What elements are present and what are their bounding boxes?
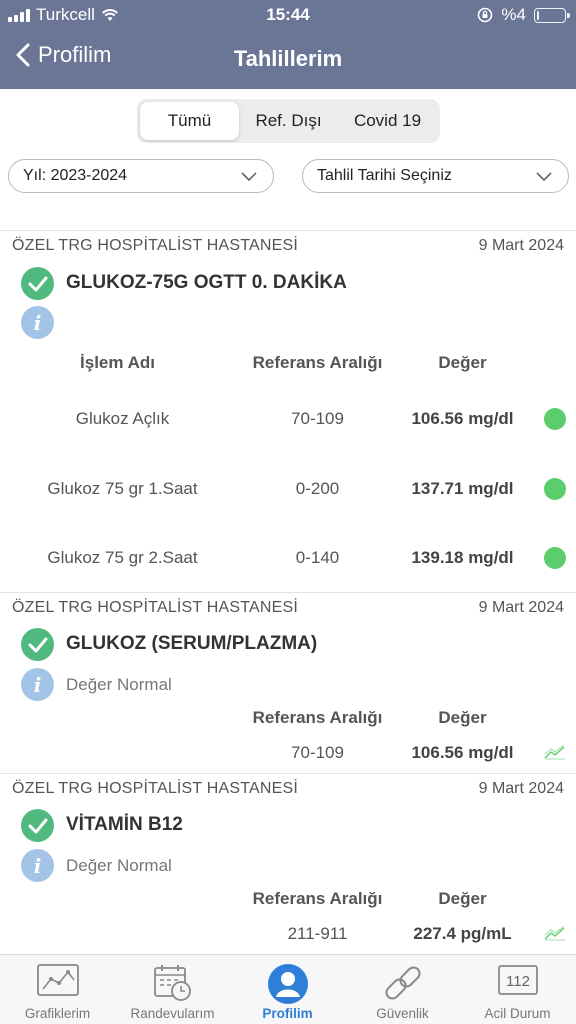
result-name: Glukoz Açlık: [75, 409, 170, 428]
tab-grafiklerim[interactable]: Grafiklerim: [0, 955, 115, 1024]
tab-guvenlik[interactable]: Güvenlik: [345, 955, 460, 1024]
result-value: 227.4 pg/mL: [413, 924, 512, 943]
test-title: VİTAMİN B12: [66, 814, 183, 835]
column-header-value: Değer: [438, 889, 487, 908]
tab-label: Randevularım: [130, 1006, 215, 1021]
year-select-value: Yıl: 2023-2024: [23, 167, 128, 184]
tab-acil-durum[interactable]: 112 Acil Durum: [460, 955, 575, 1024]
test-date-select-value: Tahlil Tarihi Seçiniz: [317, 167, 452, 184]
result-range: 70-109: [291, 409, 344, 428]
column-header-value: Değer: [438, 353, 487, 372]
trend-chart-icon[interactable]: [544, 744, 566, 760]
chevron-down-icon: [241, 172, 257, 182]
chevron-down-icon: [536, 172, 552, 182]
info-icon[interactable]: i: [21, 668, 54, 701]
info-icon[interactable]: i: [21, 306, 54, 339]
result-range: 70-109: [291, 743, 344, 762]
page-title: Tahlillerim: [233, 46, 343, 71]
segment-all[interactable]: Tümü: [140, 102, 239, 140]
calendar-clock-icon: [153, 965, 191, 1001]
result-range: 0-200: [295, 479, 340, 498]
column-header-value: Değer: [438, 708, 487, 727]
orientation-lock-icon: [478, 7, 493, 23]
tab-label: Güvenlik: [376, 1006, 429, 1021]
check-icon: [21, 267, 54, 300]
segment-covid[interactable]: Covid 19: [338, 102, 437, 140]
tab-label: Profilim: [262, 1006, 313, 1021]
test-card[interactable]: ÖZEL TRG HOSPİTALİST HASTANESİ 9 Mart 20…: [0, 230, 576, 592]
battery-icon: [534, 7, 570, 23]
link-icon: [384, 966, 421, 1000]
check-icon: [21, 809, 54, 842]
svg-text:112: 112: [506, 973, 530, 990]
status-dot: [544, 547, 566, 569]
result-value: 106.56 mg/dl: [411, 743, 514, 762]
column-header-range: Referans Aralığı: [252, 889, 383, 908]
filter-segmented-control: Tümü Ref. Dışı Covid 19: [137, 99, 440, 143]
chart-icon: [36, 964, 79, 996]
profile-icon: [267, 964, 308, 1004]
column-header-name: İşlem Adı: [80, 353, 155, 372]
app-header: Turkcell 15:44 %4 Profilim Tahlillerim: [0, 0, 576, 89]
result-value: 139.18 mg/dl: [411, 548, 514, 567]
test-date: 9 Mart 2024: [478, 780, 564, 797]
result-name: Glukoz 75 gr 1.Saat: [47, 479, 198, 498]
status-bar: Turkcell 15:44 %4: [0, 0, 576, 30]
emergency-112-icon: 112: [497, 965, 538, 995]
battery-percent: %4: [501, 5, 526, 24]
result-value: 137.71 mg/dl: [411, 479, 514, 498]
test-date-select[interactable]: Tahlil Tarihi Seçiniz: [302, 159, 569, 193]
tab-label: Grafiklerim: [24, 1006, 91, 1021]
test-card[interactable]: ÖZEL TRG HOSPİTALİST HASTANESİ 9 Mart 20…: [0, 773, 576, 954]
tab-profilim[interactable]: Profilim: [230, 955, 345, 1024]
test-title: GLUKOZ (SERUM/PLAZMA): [66, 633, 318, 654]
test-card[interactable]: ÖZEL TRG HOSPİTALİST HASTANESİ 9 Mart 20…: [0, 592, 576, 773]
segment-out-of-range[interactable]: Ref. Dışı: [239, 102, 338, 140]
result-name: Glukoz 75 gr 2.Saat: [47, 548, 198, 567]
column-header-range: Referans Aralığı: [252, 708, 383, 727]
result-range: 0-140: [295, 548, 340, 567]
info-text: Değer Normal: [66, 675, 172, 694]
hospital-name: ÖZEL TRG HOSPİTALİST HASTANESİ: [12, 237, 299, 254]
info-icon[interactable]: i: [21, 849, 54, 882]
trend-chart-icon[interactable]: [544, 925, 566, 941]
status-dot: [544, 478, 566, 500]
tab-randevularim[interactable]: Randevularım: [115, 955, 230, 1024]
status-dot: [544, 408, 566, 430]
result-value: 106.56 mg/dl: [411, 409, 514, 428]
nav-bar: Profilim Tahlillerim: [0, 38, 576, 80]
hospital-name: ÖZEL TRG HOSPİTALİST HASTANESİ: [12, 780, 299, 797]
hospital-name: ÖZEL TRG HOSPİTALİST HASTANESİ: [12, 599, 299, 616]
result-range: 211-911: [287, 924, 348, 943]
test-date: 9 Mart 2024: [478, 237, 564, 254]
test-date: 9 Mart 2024: [478, 599, 564, 616]
check-icon: [21, 628, 54, 661]
tab-label: Acil Durum: [484, 1006, 551, 1021]
year-select[interactable]: Yıl: 2023-2024: [8, 159, 274, 193]
info-text: Değer Normal: [66, 856, 172, 875]
tab-bar: Grafiklerim Randevularım Profilim Güvenl…: [0, 954, 576, 1024]
test-title: GLUKOZ-75G OGTT 0. DAKİKA: [66, 272, 347, 293]
column-header-range: Referans Aralığı: [252, 353, 383, 372]
